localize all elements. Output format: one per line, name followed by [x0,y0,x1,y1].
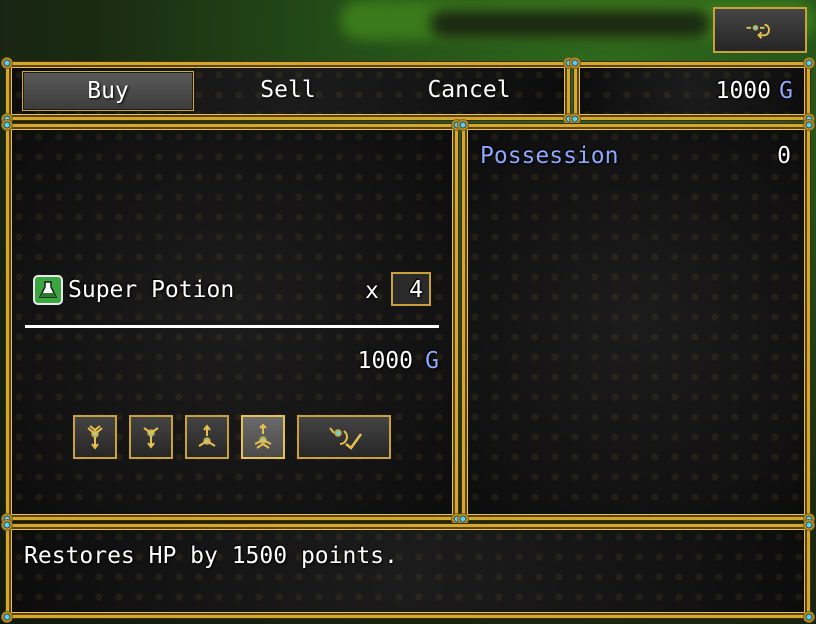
possession-value: 0 [777,143,791,169]
frame-ornament [1,519,13,531]
frame-ornament [803,57,815,69]
ok-icon [329,427,363,450]
back-button[interactable] [713,7,807,53]
gold-amount: 1000 [715,78,771,104]
down-icon [143,427,159,449]
double-up-icon [254,423,272,449]
cancel-command[interactable]: Cancel [384,71,554,109]
down-button[interactable] [129,415,173,459]
command-window: Buy Sell Cancel [1,57,575,125]
max-up-button[interactable] [241,415,285,459]
total-price: 1000 [357,348,413,374]
frame-ornament [1,611,13,623]
status-window: Possession 0 [457,119,815,525]
possession-label: Possession [480,143,619,169]
quantity-value: 4 [409,277,423,303]
help-window: Restores HP by 1500 points. [1,519,815,623]
up-icon [198,424,216,447]
up-button[interactable] [185,415,229,459]
frame-ornament [457,119,469,131]
quantity-field[interactable]: 4 [391,272,431,306]
total-unit: G [425,348,439,374]
frame-ornament [569,57,581,69]
sell-command[interactable]: Sell [203,71,373,109]
potion-icon [33,275,63,305]
number-window: Super Potion x 4 1000 G [1,119,463,525]
frame-ornament [803,119,815,131]
gold-unit: G [779,78,793,104]
frame-ornament [803,519,815,531]
back-arrow-icon [746,23,770,39]
frame-ornament [1,57,13,69]
item-name: Super Potion [68,277,235,303]
max-down-button[interactable] [73,415,117,459]
double-down-icon [87,425,103,450]
divider-line [25,325,439,328]
help-text: Restores HP by 1500 points. [24,543,398,569]
times-sign: x [365,278,379,304]
frame-ornament [803,611,815,623]
ok-button[interactable] [297,415,391,459]
gold-window: 1000 G [569,57,815,125]
map-background-strip [430,10,710,38]
frame-ornament [1,119,13,131]
buy-command[interactable]: Buy [22,71,194,111]
